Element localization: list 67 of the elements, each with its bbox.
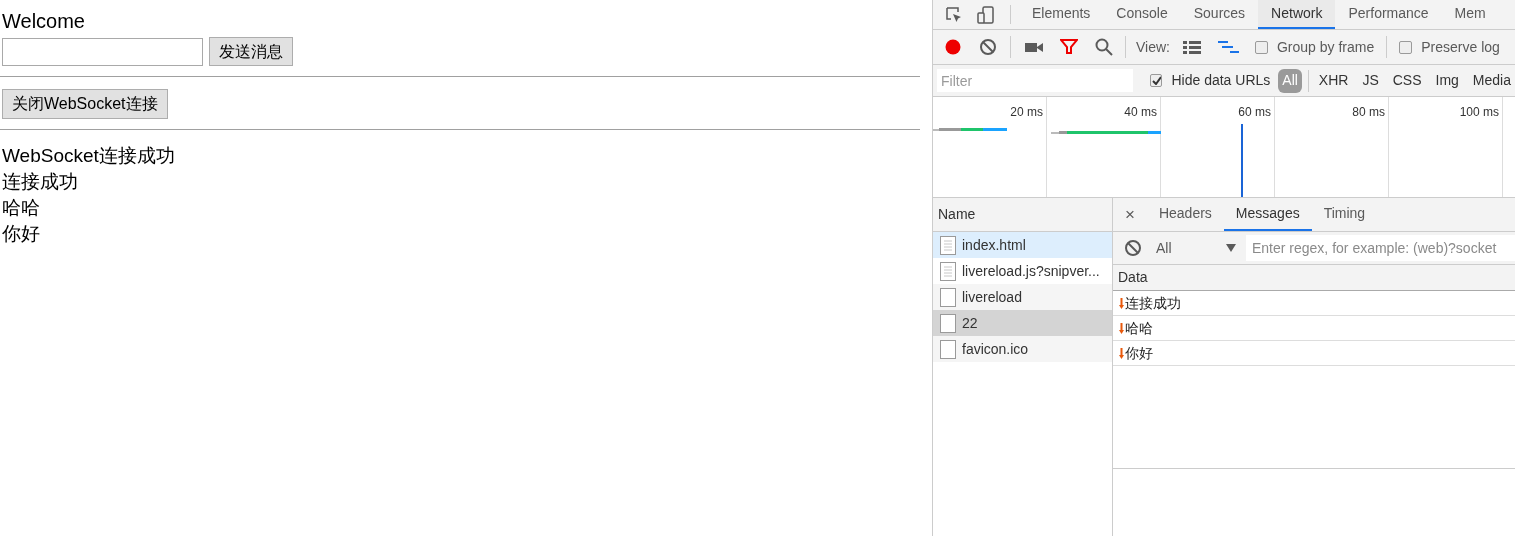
type-filter[interactable]: XHR (1314, 68, 1353, 93)
checkbox[interactable] (1255, 40, 1268, 54)
log-line: WebSocket连接成功 (2, 144, 175, 168)
message-data: 你好 (1125, 343, 1153, 363)
request-row[interactable]: 22 (933, 310, 1112, 336)
tick-label: 60 ms (1238, 104, 1271, 121)
list-view-icon[interactable] (1183, 40, 1201, 54)
panel-tab[interactable]: Network (1258, 0, 1336, 29)
camera-icon[interactable] (1025, 40, 1043, 54)
tick-label: 40 ms (1124, 104, 1157, 121)
document-icon (940, 261, 956, 281)
regex-filter-input[interactable]: Enter regex, for example: (web)?socket (1246, 235, 1515, 261)
request-row[interactable]: index.html (933, 232, 1112, 258)
column-header: Name (933, 198, 1112, 232)
type-dropdown[interactable]: All (1156, 237, 1236, 259)
view-label: View: (1136, 37, 1170, 57)
tick-label: 100 ms (1459, 104, 1499, 121)
device-icon[interactable] (976, 4, 996, 25)
panel-tab[interactable]: Performance (1335, 0, 1442, 29)
filter-icon[interactable] (1060, 39, 1078, 55)
close-button[interactable]: × (1113, 198, 1147, 231)
close-connection-button[interactable]: 关闭WebSocket连接 (2, 89, 168, 119)
request-row[interactable]: favicon.ico (933, 336, 1112, 362)
type-filter[interactable]: CSS (1388, 68, 1426, 93)
tick-label: 20 ms (1010, 104, 1043, 121)
document-icon (940, 235, 956, 255)
block-icon[interactable] (1124, 239, 1142, 257)
log-line: 你好 (2, 222, 40, 246)
dropdown-caret-icon (1226, 244, 1236, 252)
log-line: 连接成功 (2, 170, 78, 194)
type-filter[interactable]: JS (1358, 68, 1383, 93)
checkbox-label: Group by frame (1277, 37, 1375, 57)
record-icon[interactable] (944, 38, 962, 56)
column-header: Data (1113, 265, 1515, 291)
log-line: 哈哈 (2, 196, 40, 220)
file-icon (940, 313, 956, 333)
request-name: livereload.js?snipver... (962, 261, 1100, 281)
checkbox-label: Hide data URLs (1171, 71, 1271, 90)
message-data: 哈哈 (1125, 318, 1153, 338)
waterfall-view-icon[interactable] (1218, 40, 1239, 54)
checkbox[interactable] (1399, 40, 1413, 54)
tick-label: 80 ms (1352, 104, 1385, 121)
checkbox-label: Preserve log (1421, 37, 1500, 57)
filter-input[interactable]: Filter (937, 69, 1133, 92)
message-input[interactable] (2, 37, 203, 66)
detail-tab[interactable]: Timing (1311, 198, 1378, 231)
message-data: 连接成功 (1125, 293, 1181, 313)
file-icon (940, 287, 956, 307)
request-name: 22 (962, 313, 978, 333)
request-row[interactable]: livereload (933, 284, 1112, 310)
checkbox[interactable] (1149, 74, 1163, 87)
type-filter[interactable]: Img (1431, 68, 1463, 93)
panel-tab[interactable]: Sources (1180, 0, 1259, 29)
page-heading: Welcome (1, 9, 86, 33)
panel-tab[interactable]: Mem (1441, 0, 1499, 29)
panel-tab[interactable]: Elements (1019, 0, 1104, 29)
send-button[interactable]: 发送消息 (209, 37, 293, 66)
request-name: favicon.ico (962, 339, 1029, 359)
panel-tab[interactable]: Console (1103, 0, 1181, 29)
file-icon (940, 339, 956, 359)
request-name: index.html (962, 235, 1026, 255)
detail-tab[interactable]: Headers (1146, 198, 1224, 231)
request-name: livereload (962, 287, 1022, 307)
search-icon[interactable] (1095, 38, 1113, 56)
check-icon (1151, 76, 1161, 85)
clear-icon[interactable] (979, 38, 997, 56)
type-filter[interactable]: Media (1468, 68, 1515, 93)
